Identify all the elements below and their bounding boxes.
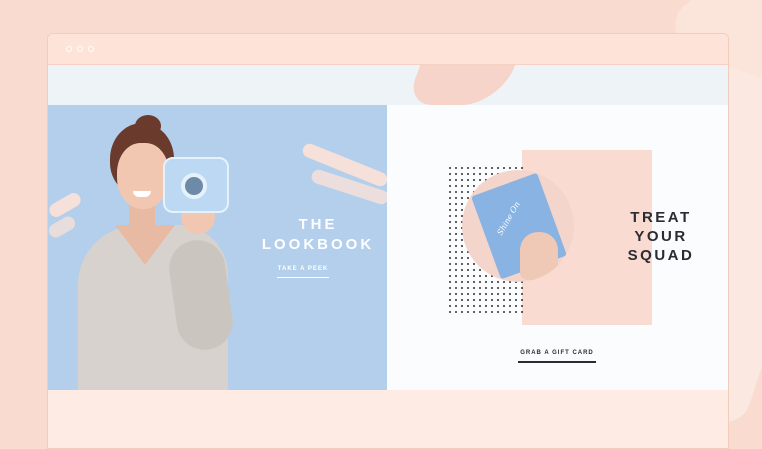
lookbook-heading-line1: THE: [298, 216, 338, 233]
camera-lens-icon: [181, 173, 207, 199]
hair-bun: [135, 115, 161, 137]
decorative-swash: [405, 65, 516, 105]
window-titlebar: [48, 34, 728, 65]
page-content: THE LOOKBOOK TAKE A PEEK Shine On TREAT …: [48, 65, 728, 448]
squad-heading-line3: SQUAD: [627, 247, 695, 264]
top-banner-strip: [48, 65, 728, 105]
grab-a-gift-card-link[interactable]: GRAB A GIFT CARD: [492, 350, 622, 356]
face: [117, 143, 169, 209]
footer-strip: [48, 390, 728, 448]
lookbook-heading: THE LOOKBOOK: [248, 215, 387, 255]
window-dot-icon[interactable]: [77, 46, 83, 52]
window-dot-icon[interactable]: [66, 46, 72, 52]
lookbook-hero[interactable]: THE LOOKBOOK TAKE A PEEK: [48, 105, 387, 390]
lookbook-heading-line2: LOOKBOOK: [261, 236, 375, 253]
window-dot-icon[interactable]: [88, 46, 94, 52]
model-photo: [73, 115, 243, 390]
link-underline: [518, 361, 596, 363]
link-underline: [277, 277, 329, 278]
browser-window: THE LOOKBOOK TAKE A PEEK Shine On TREAT …: [47, 33, 729, 449]
squad-heading-line2: YOUR: [634, 228, 688, 245]
gift-card-photo: Shine On: [462, 170, 574, 282]
squad-heading-line1: TREAT: [630, 209, 692, 226]
take-a-peek-link[interactable]: TAKE A PEEK: [268, 266, 338, 272]
treat-your-squad-heading: TREAT YOUR SQUAD: [601, 208, 721, 265]
gift-card-hero[interactable]: Shine On TREAT YOUR SQUAD GRAB A GIFT CA…: [387, 105, 728, 390]
hand: [520, 232, 558, 280]
